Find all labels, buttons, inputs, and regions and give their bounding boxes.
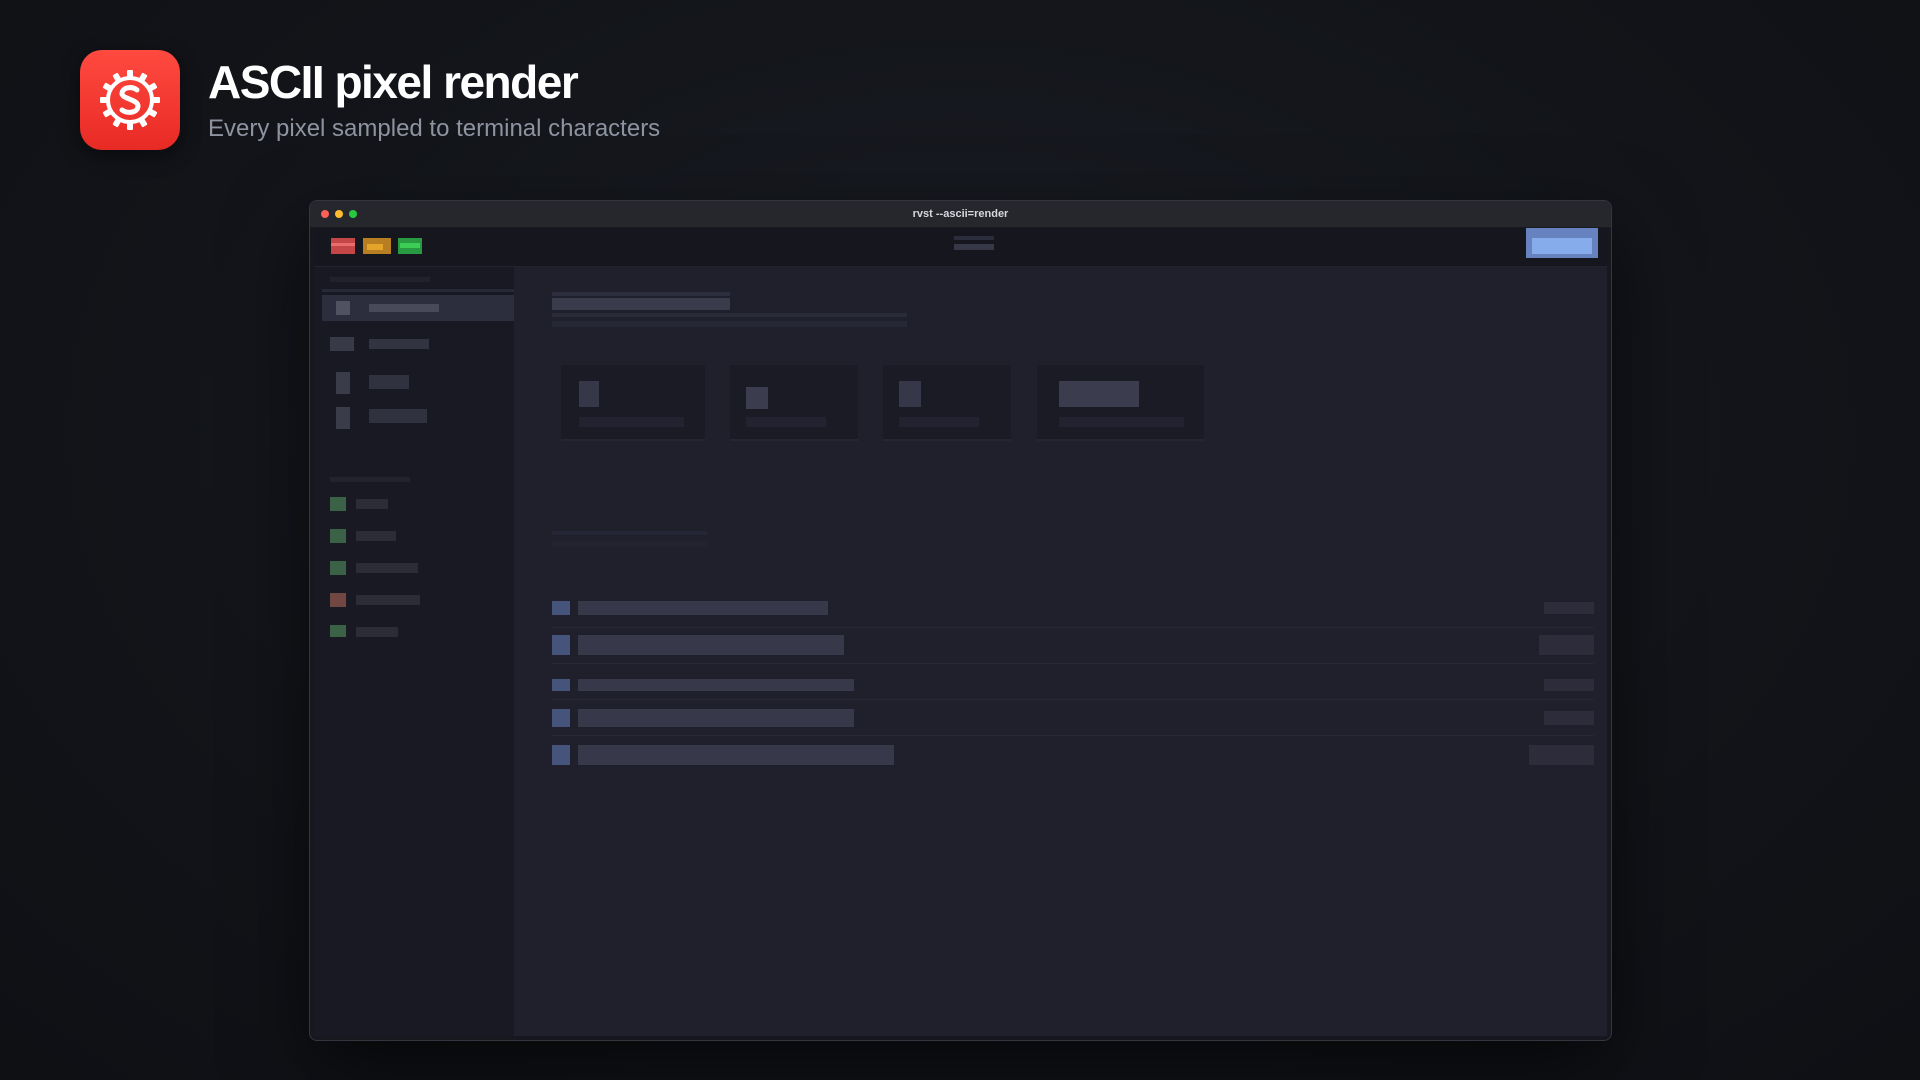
rendered-green-highlight (400, 243, 420, 248)
rendered-row-title (578, 745, 894, 765)
rendered-row-title (578, 635, 844, 655)
rendered-sidebar-icon (336, 301, 350, 315)
rendered-row-divider (552, 663, 1594, 664)
rendered-sidebar-icon (336, 407, 350, 429)
rendered-status-label (356, 627, 398, 637)
rendered-row-divider (552, 627, 1594, 628)
minimize-button[interactable] (335, 210, 343, 218)
rendered-card-value (579, 381, 599, 407)
rendered-row-title (578, 679, 854, 691)
rendered-status-label (356, 595, 420, 605)
rendered-row-meta (1544, 711, 1594, 725)
rendered-row-icon (552, 635, 570, 655)
rendered-row-title (578, 601, 828, 615)
page-title: ASCII pixel render (208, 55, 579, 108)
rendered-heading-line (552, 292, 730, 296)
rendered-sidebar-icon (336, 372, 350, 394)
rendered-card-value (1059, 381, 1139, 407)
terminal-window: rvst --ascii=render (309, 200, 1612, 1041)
rendered-card-label (1059, 417, 1184, 427)
rendered-sidebar-heading (330, 277, 430, 282)
rendered-row-icon (552, 709, 570, 727)
rendered-row-icon (552, 679, 570, 691)
rendered-main-panel (514, 267, 1607, 1036)
rendered-section-subtext (552, 541, 707, 547)
close-button[interactable] (321, 210, 329, 218)
rendered-card-label (746, 417, 826, 427)
rendered-description (552, 321, 907, 327)
rendered-red-block (331, 238, 355, 254)
rendered-status-green (330, 497, 346, 511)
rendered-status-green (330, 561, 346, 575)
ascii-render-canvas (314, 228, 1607, 1036)
rendered-row-icon (552, 745, 570, 765)
rendered-card-label (899, 417, 979, 427)
window-titlebar[interactable]: rvst --ascii=render (310, 201, 1611, 228)
rendered-blue-button-inner (1532, 238, 1592, 254)
rendered-sidebar-label (369, 339, 429, 349)
rendered-title-text (954, 244, 994, 250)
rendered-card-label (579, 417, 684, 427)
rendered-card-value (746, 387, 768, 409)
window-title: rvst --ascii=render (912, 208, 1009, 220)
rendered-sidebar (314, 267, 556, 1036)
rendered-description-line (552, 313, 907, 317)
rendered-topbar (314, 228, 1607, 267)
rendered-stat-card (561, 365, 705, 441)
zoom-button[interactable] (349, 210, 357, 218)
rendered-status-green (330, 529, 346, 543)
rendered-status-red (330, 593, 346, 607)
rendered-stat-card (883, 365, 1011, 441)
rendered-row-icon (552, 601, 570, 615)
rendered-stat-card (730, 365, 858, 441)
rendered-row-meta (1529, 745, 1594, 765)
rendered-status-label (356, 563, 418, 573)
rendered-red-highlight (331, 243, 355, 246)
rendered-sidebar-label (369, 304, 439, 312)
rendered-row-divider (552, 699, 1594, 700)
rendered-sidebar-icon (330, 337, 354, 351)
rendered-status-label (356, 499, 388, 509)
rendered-stat-card (1037, 365, 1204, 441)
page-subtitle: Every pixel sampled to terminal characte… (208, 115, 661, 143)
rendered-row-meta (1539, 635, 1594, 655)
rendered-row-meta (1544, 602, 1594, 614)
rendered-title-line (954, 236, 994, 240)
rendered-status-green (330, 625, 346, 637)
page-header: ASCII pixel render Every pixel sampled t… (80, 50, 660, 150)
rendered-section-heading (552, 531, 707, 535)
rendered-card-value (899, 381, 921, 407)
rendered-row-meta (1544, 679, 1594, 691)
rendered-sidebar-section-heading (330, 477, 410, 482)
rendered-status-label (356, 531, 396, 541)
svelte-gear-icon (80, 50, 180, 150)
rendered-row-title (578, 709, 854, 727)
rendered-heading (552, 298, 730, 310)
rendered-sidebar-label (369, 375, 409, 389)
rendered-row-divider (552, 735, 1594, 736)
rendered-sidebar-label (369, 409, 427, 423)
rendered-amber-highlight (367, 244, 383, 250)
